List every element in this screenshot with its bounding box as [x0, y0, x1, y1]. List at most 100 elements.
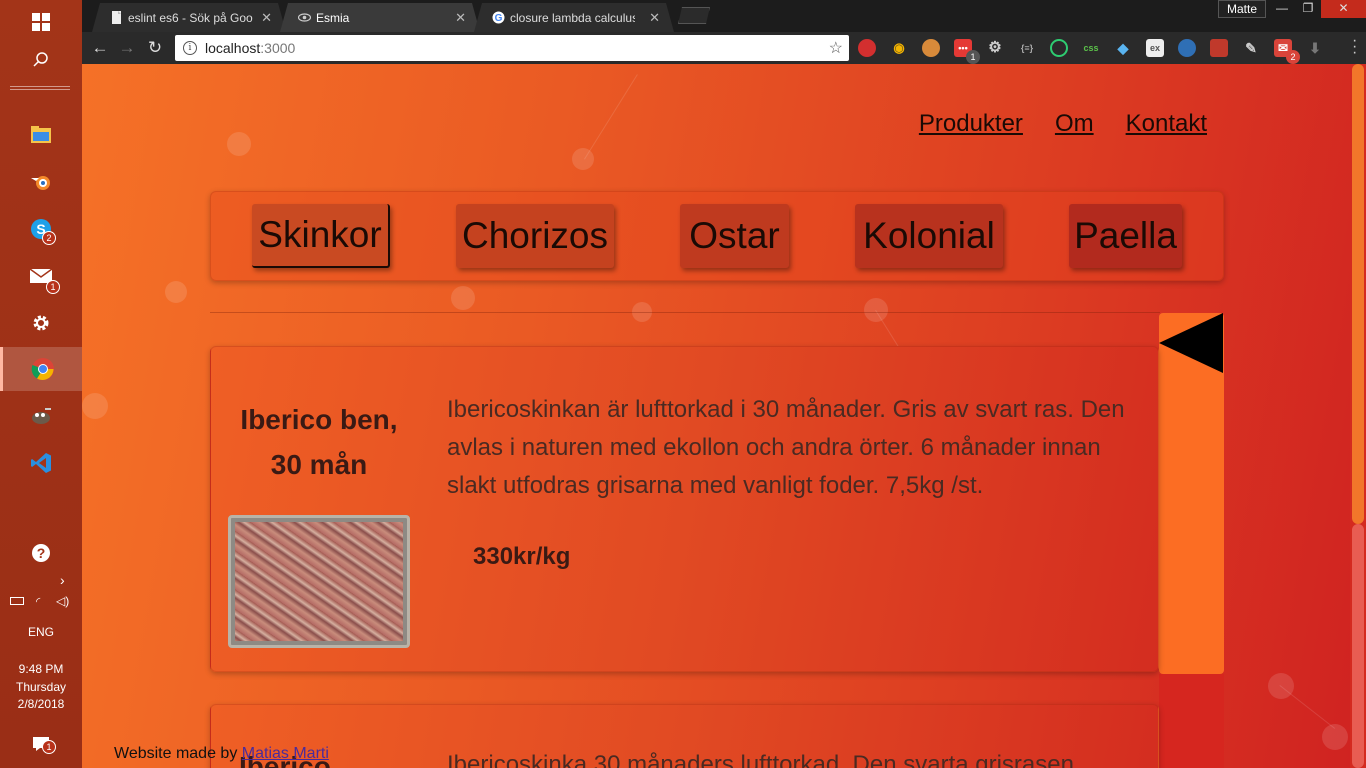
- battery-icon[interactable]: [10, 597, 24, 605]
- settings-button[interactable]: [0, 301, 82, 345]
- profile-button[interactable]: Matte: [1218, 0, 1267, 18]
- restore-button[interactable]: ❐: [1294, 0, 1322, 18]
- eye-extension-icon[interactable]: ◉: [890, 39, 908, 57]
- search-button[interactable]: [0, 38, 82, 82]
- file-explorer-button[interactable]: [0, 113, 82, 157]
- puzzle-extension-icon[interactable]: [1210, 39, 1228, 57]
- gear-extension-icon[interactable]: ⚙: [986, 39, 1004, 57]
- close-tab-icon[interactable]: ✕: [455, 10, 466, 26]
- blender-icon: [31, 176, 50, 190]
- browser-menu-icon[interactable]: · · ·: [1352, 33, 1358, 61]
- mail-badge: 1: [46, 280, 60, 294]
- owl-extension-icon[interactable]: [922, 39, 940, 57]
- nav-link-kontakt[interactable]: Kontakt: [1126, 110, 1207, 138]
- close-window-button[interactable]: ✕: [1321, 0, 1366, 18]
- product-image: [228, 515, 410, 648]
- url-host: localhost: [205, 40, 261, 56]
- url-text[interactable]: localhost:3000: [205, 40, 295, 56]
- windows-taskbar: S 2 1 ? › ◜ ◁) ENG 9:48 PM Thursday 2/8/…: [0, 0, 82, 768]
- bookmark-star-icon[interactable]: ☆: [829, 38, 843, 58]
- blender-button[interactable]: [0, 160, 82, 204]
- clock-date: 2/8/2018: [17, 697, 65, 711]
- side-panel: [1159, 313, 1224, 674]
- product-card: Iberico ben, 30 mån Ibericoskinkan är lu…: [210, 346, 1159, 672]
- eye-icon: [298, 11, 311, 24]
- taskbar-separator: [10, 86, 70, 87]
- browser-tab-bar: eslint es6 - Sök på Googl ✕ Esmia ✕ G cl…: [82, 0, 1366, 32]
- category-paella[interactable]: Paella: [1069, 204, 1182, 268]
- notifications-button[interactable]: 1: [0, 724, 82, 764]
- reload-icon[interactable]: ↻: [145, 38, 165, 58]
- address-bar[interactable]: i localhost:3000 ☆: [175, 35, 849, 61]
- browser-toolbar: ← → ↻ i localhost:3000 ☆ ◉ ••• 1 ⚙ {≡} c…: [82, 32, 1366, 64]
- help-icon: ?: [32, 544, 50, 562]
- ublock-icon[interactable]: [858, 39, 876, 57]
- search-icon: [33, 52, 48, 67]
- new-tab-button[interactable]: [678, 7, 710, 24]
- mail-button[interactable]: 1: [0, 254, 82, 298]
- footer: Website made by Matias Marti: [114, 745, 329, 763]
- chevron-right-icon[interactable]: ›: [60, 572, 65, 588]
- info-icon[interactable]: i: [183, 41, 197, 55]
- category-ostar[interactable]: Ostar: [680, 204, 789, 268]
- forward-icon[interactable]: →: [117, 38, 137, 58]
- volume-icon[interactable]: ◁): [56, 594, 69, 608]
- vscode-button[interactable]: [0, 441, 82, 485]
- particle-dot: [82, 393, 108, 419]
- particle-dot: [451, 286, 475, 310]
- clock-time[interactable]: 9:48 PM: [0, 662, 82, 676]
- page-scrollbar[interactable]: [1350, 64, 1366, 768]
- category-skinkor[interactable]: Skinkor: [252, 204, 390, 268]
- scrollbar-thumb[interactable]: [1352, 64, 1364, 524]
- category-kolonial[interactable]: Kolonial: [855, 204, 1003, 268]
- nav-link-om[interactable]: Om: [1055, 110, 1094, 138]
- section-divider: [210, 312, 1160, 313]
- help-button[interactable]: ?: [0, 531, 82, 575]
- skype-button[interactable]: S 2: [0, 207, 82, 251]
- close-tab-icon[interactable]: ✕: [649, 10, 660, 26]
- taskbar-separator: [10, 89, 70, 90]
- gimp-icon: [32, 408, 51, 424]
- download-extension-icon[interactable]: ⬇: [1306, 39, 1324, 57]
- ex-extension-icon[interactable]: ex: [1146, 39, 1164, 57]
- close-tab-icon[interactable]: ✕: [261, 10, 272, 26]
- collapse-arrow-icon[interactable]: [1159, 313, 1223, 373]
- css-extension-icon[interactable]: css: [1082, 39, 1100, 57]
- vscode-icon: [31, 453, 51, 473]
- language-indicator[interactable]: ENG: [0, 625, 82, 639]
- nav-link-produkter[interactable]: Produkter: [919, 110, 1023, 138]
- product-card: Iberico Ibericoskinka 30 månaders luftto…: [210, 704, 1159, 768]
- chrome-button[interactable]: [0, 347, 82, 391]
- clock-day: Thursday: [15, 680, 67, 694]
- back-icon[interactable]: ←: [90, 38, 110, 58]
- chrome-icon: [31, 358, 54, 380]
- particle-line: [584, 74, 638, 160]
- gear-icon: [33, 315, 49, 331]
- product-price: 330kr/kg: [473, 543, 571, 570]
- tab-eslint[interactable]: eslint es6 - Sök på Googl ✕: [92, 3, 286, 32]
- gimp-button[interactable]: [0, 394, 82, 438]
- diamond-extension-icon[interactable]: ◆: [1114, 39, 1132, 57]
- globe-extension-icon[interactable]: [1178, 39, 1196, 57]
- gmail-badge: 2: [1286, 50, 1300, 64]
- notification-badge: 1: [42, 740, 56, 754]
- page-viewport: Produkter Om Kontakt Skinkor Chorizos Os…: [82, 64, 1350, 768]
- tab-label: closure lambda calculus: [510, 10, 635, 25]
- tab-esmia[interactable]: Esmia ✕: [280, 3, 480, 32]
- minimize-button[interactable]: —: [1268, 0, 1296, 18]
- pen-extension-icon[interactable]: ✎: [1242, 39, 1260, 57]
- svg-text:G: G: [495, 13, 503, 24]
- category-bar: Skinkor Chorizos Ostar Kolonial Paella: [210, 191, 1224, 281]
- green-circle-extension-icon[interactable]: [1050, 39, 1068, 57]
- footer-text: Website made by: [114, 745, 238, 762]
- tab-closure[interactable]: G closure lambda calculus ✕: [474, 3, 674, 32]
- particle-dot: [165, 281, 187, 303]
- footer-author-link[interactable]: Matias Marti: [242, 745, 329, 762]
- particle-line: [1279, 685, 1336, 729]
- scrollbar-track[interactable]: [1352, 524, 1364, 768]
- url-port: :3000: [260, 40, 296, 56]
- particle-dot: [572, 148, 594, 170]
- category-chorizos[interactable]: Chorizos: [456, 204, 614, 268]
- wifi-icon[interactable]: ◜: [36, 595, 40, 608]
- json-extension-icon[interactable]: {≡}: [1018, 39, 1036, 57]
